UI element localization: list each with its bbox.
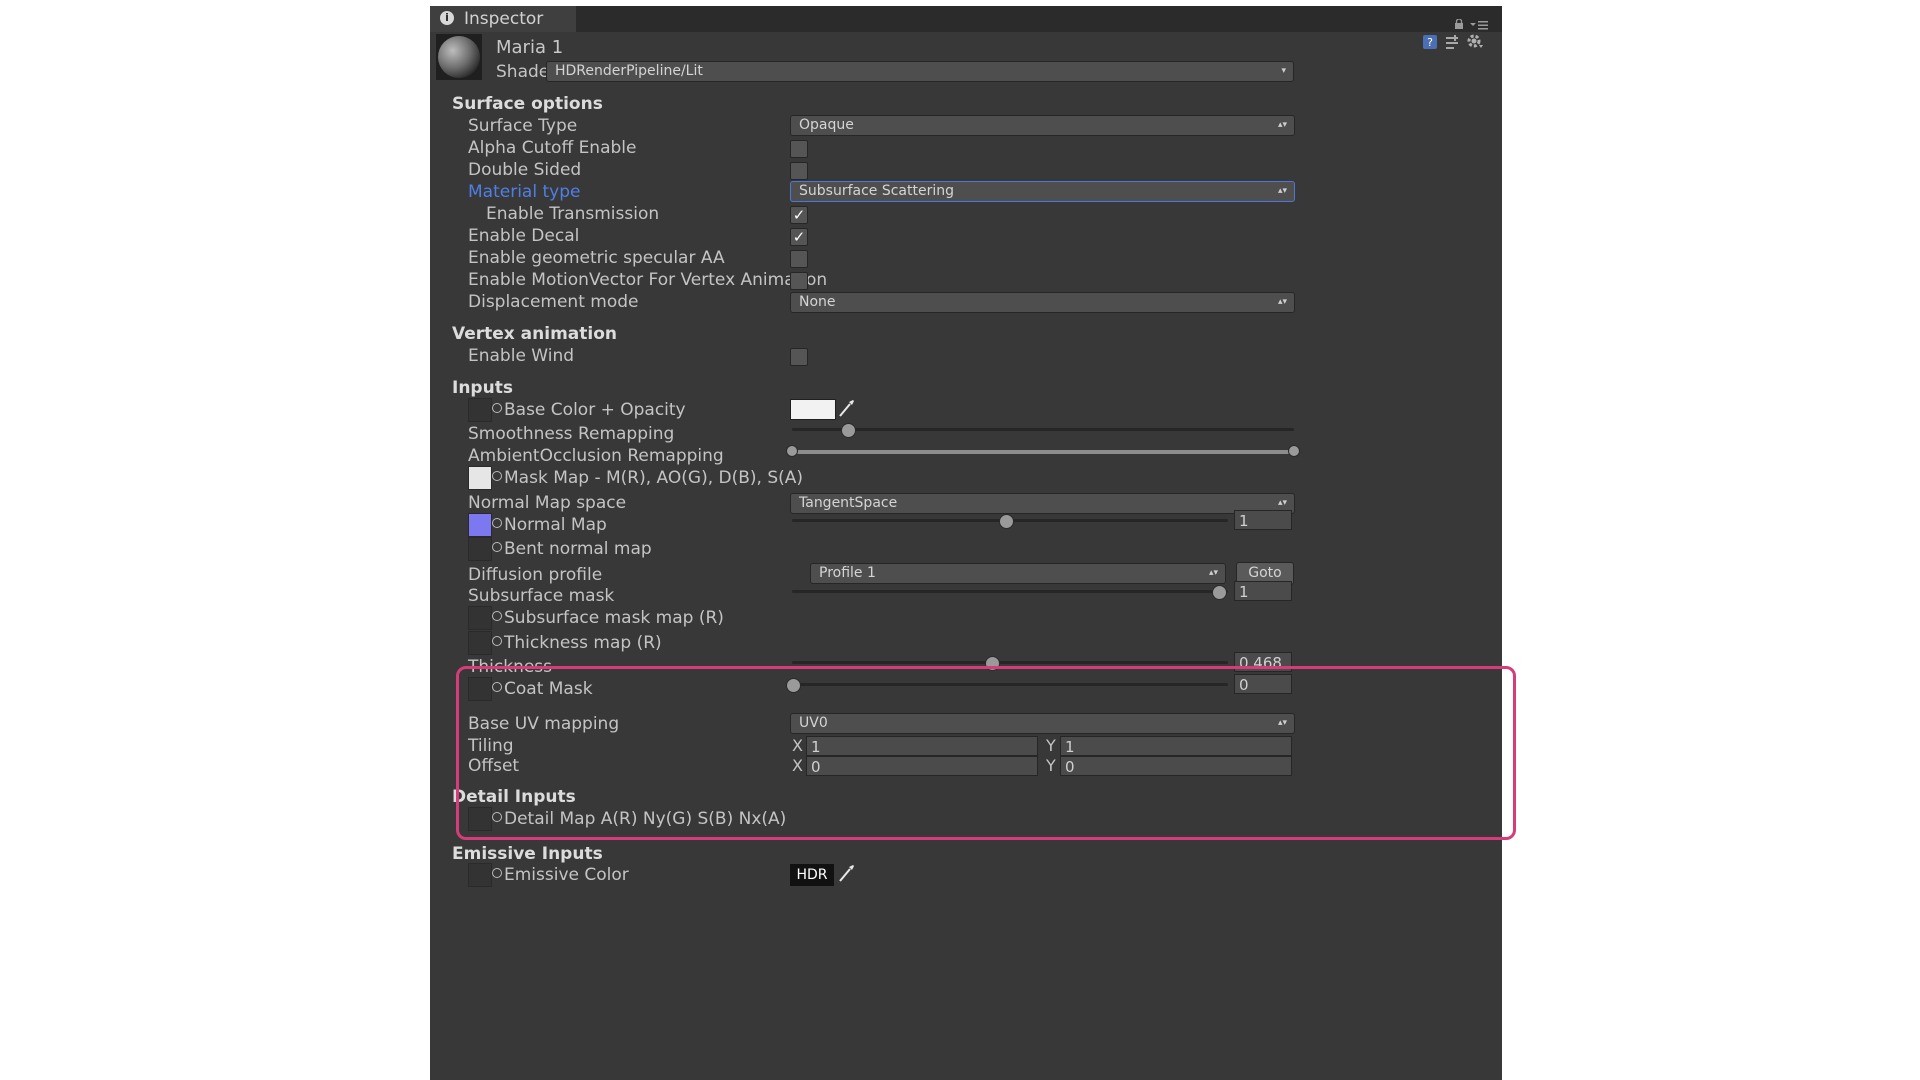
enable-transmission-label: Enable Transmission — [486, 204, 660, 224]
normal-map-texture-slot[interactable] — [468, 513, 492, 537]
emissive-texture-slot[interactable] — [468, 863, 492, 887]
smoothness-range-track — [792, 428, 1294, 431]
mask-map-texture-slot[interactable] — [468, 466, 492, 490]
material-type-label: Material type — [468, 182, 581, 202]
displacement-value: None — [799, 294, 836, 310]
enable-transmission-checkbox[interactable]: ✓ — [790, 206, 808, 224]
alpha-cutoff-label: Alpha Cutoff Enable — [468, 138, 637, 158]
motion-vector-label: Enable MotionVector For Vertex Animation — [468, 270, 828, 290]
object-picker-icon[interactable] — [492, 542, 502, 552]
base-color-swatch[interactable] — [790, 399, 836, 420]
ao-min-handle[interactable] — [786, 445, 798, 457]
diffusion-profile-dropdown[interactable]: Profile 1 ▴▾ — [810, 563, 1226, 584]
diffusion-profile-label: Diffusion profile — [468, 565, 603, 585]
normal-map-label: Normal Map — [504, 515, 607, 535]
ao-max-handle[interactable] — [1288, 445, 1300, 457]
chevron-down-icon: ▾ — [1281, 66, 1286, 76]
emissive-color-label: Emissive Color — [504, 865, 629, 885]
object-picker-icon[interactable] — [492, 518, 502, 528]
double-sided-label: Double Sided — [468, 160, 582, 180]
surface-type-value: Opaque — [799, 117, 854, 133]
subsurface-mask-value-field[interactable]: 1 — [1234, 581, 1292, 601]
object-picker-icon[interactable] — [492, 403, 502, 413]
chevron-updown-icon: ▴▾ — [1277, 297, 1287, 307]
normal-map-slider-handle[interactable] — [999, 514, 1014, 529]
object-picker-icon[interactable] — [492, 471, 502, 481]
normal-space-label: Normal Map space — [468, 493, 627, 513]
help-icon[interactable]: ? — [1422, 34, 1438, 50]
inputs-header[interactable]: Inputs — [452, 377, 513, 399]
surface-options-header[interactable]: Surface options — [452, 93, 603, 115]
thickness-slider-track — [792, 661, 1228, 664]
base-color-texture-slot[interactable] — [468, 398, 492, 422]
geometric-aa-label: Enable geometric specular AA — [468, 248, 725, 268]
eyedropper-icon[interactable] — [838, 398, 856, 418]
surface-type-label: Surface Type — [468, 116, 578, 136]
inspector-panel: i Inspector Maria 1 ? Shader HDRenderPip… — [430, 6, 1502, 1080]
ao-label: AmbientOcclusion Remapping — [468, 446, 724, 466]
material-type-value: Subsurface Scattering — [799, 183, 954, 199]
emissive-hdr-swatch[interactable]: HDR — [790, 864, 834, 886]
enable-decal-checkbox[interactable]: ✓ — [790, 228, 808, 246]
material-name: Maria 1 — [496, 37, 564, 58]
material-type-dropdown[interactable]: Subsurface Scattering ▴▾ — [790, 181, 1295, 202]
eyedropper-icon[interactable] — [838, 863, 856, 883]
material-preview-sphere — [436, 34, 482, 80]
info-icon: i — [440, 11, 454, 25]
enable-decal-label: Enable Decal — [468, 226, 580, 246]
tab-inspector[interactable]: i Inspector — [430, 6, 576, 32]
alpha-cutoff-checkbox[interactable] — [790, 140, 808, 158]
geometric-aa-checkbox[interactable] — [790, 250, 808, 268]
displacement-label: Displacement mode — [468, 292, 639, 312]
smoothness-range-handle[interactable] — [841, 423, 856, 438]
ao-range-bar — [792, 450, 1294, 454]
diffusion-profile-value: Profile 1 — [819, 565, 876, 581]
normal-map-value-field[interactable]: 1 — [1234, 510, 1292, 530]
chevron-updown-icon: ▴▾ — [1277, 186, 1287, 196]
mask-map-label: Mask Map - M(R), AO(G), D(B), S(A) — [504, 468, 804, 488]
subsurface-map-texture-slot[interactable] — [468, 606, 492, 630]
thickness-map-texture-slot[interactable] — [468, 631, 492, 655]
emissive-inputs-header[interactable]: Emissive Inputs — [452, 843, 603, 865]
shader-value: HDRenderPipeline/Lit — [555, 63, 703, 79]
vertex-animation-header[interactable]: Vertex animation — [452, 323, 617, 345]
object-picker-icon[interactable] — [492, 868, 502, 878]
double-sided-checkbox[interactable] — [790, 162, 808, 180]
normal-space-value: TangentSpace — [799, 495, 898, 511]
tab-bar: i Inspector — [430, 6, 1502, 32]
shader-dropdown[interactable]: HDRenderPipeline/Lit ▾ — [546, 61, 1294, 82]
gear-icon[interactable] — [1466, 33, 1484, 51]
subsurface-mask-slider-track — [792, 590, 1228, 593]
object-picker-icon[interactable] — [492, 636, 502, 646]
tab-inspector-label: Inspector — [464, 9, 544, 29]
chevron-updown-icon: ▴▾ — [1277, 120, 1287, 130]
object-picker-icon[interactable] — [492, 611, 502, 621]
subsurface-mask-slider-handle[interactable] — [1212, 585, 1227, 600]
tab-menu-icon[interactable] — [1470, 15, 1488, 30]
enable-wind-label: Enable Wind — [468, 346, 575, 366]
surface-type-dropdown[interactable]: Opaque ▴▾ — [790, 115, 1295, 136]
base-color-label: Base Color + Opacity — [504, 400, 686, 420]
preset-icon[interactable] — [1444, 34, 1460, 50]
displacement-dropdown[interactable]: None ▴▾ — [790, 292, 1295, 313]
bent-normal-label: Bent normal map — [504, 539, 652, 559]
subsurface-mask-label: Subsurface mask — [468, 586, 615, 606]
highlight-annotation-box — [456, 666, 1516, 840]
enable-wind-checkbox[interactable] — [790, 348, 808, 366]
motion-vector-checkbox[interactable] — [790, 272, 808, 290]
bent-normal-texture-slot[interactable] — [468, 537, 492, 561]
svg-text:?: ? — [1427, 36, 1433, 49]
normal-space-dropdown[interactable]: TangentSpace ▴▾ — [790, 493, 1295, 514]
chevron-updown-icon: ▴▾ — [1208, 568, 1218, 578]
subsurface-map-label: Subsurface mask map (R) — [504, 608, 724, 628]
lock-icon[interactable] — [1454, 14, 1464, 29]
thickness-map-label: Thickness map (R) — [504, 633, 662, 653]
smoothness-label: Smoothness Remapping — [468, 424, 675, 444]
